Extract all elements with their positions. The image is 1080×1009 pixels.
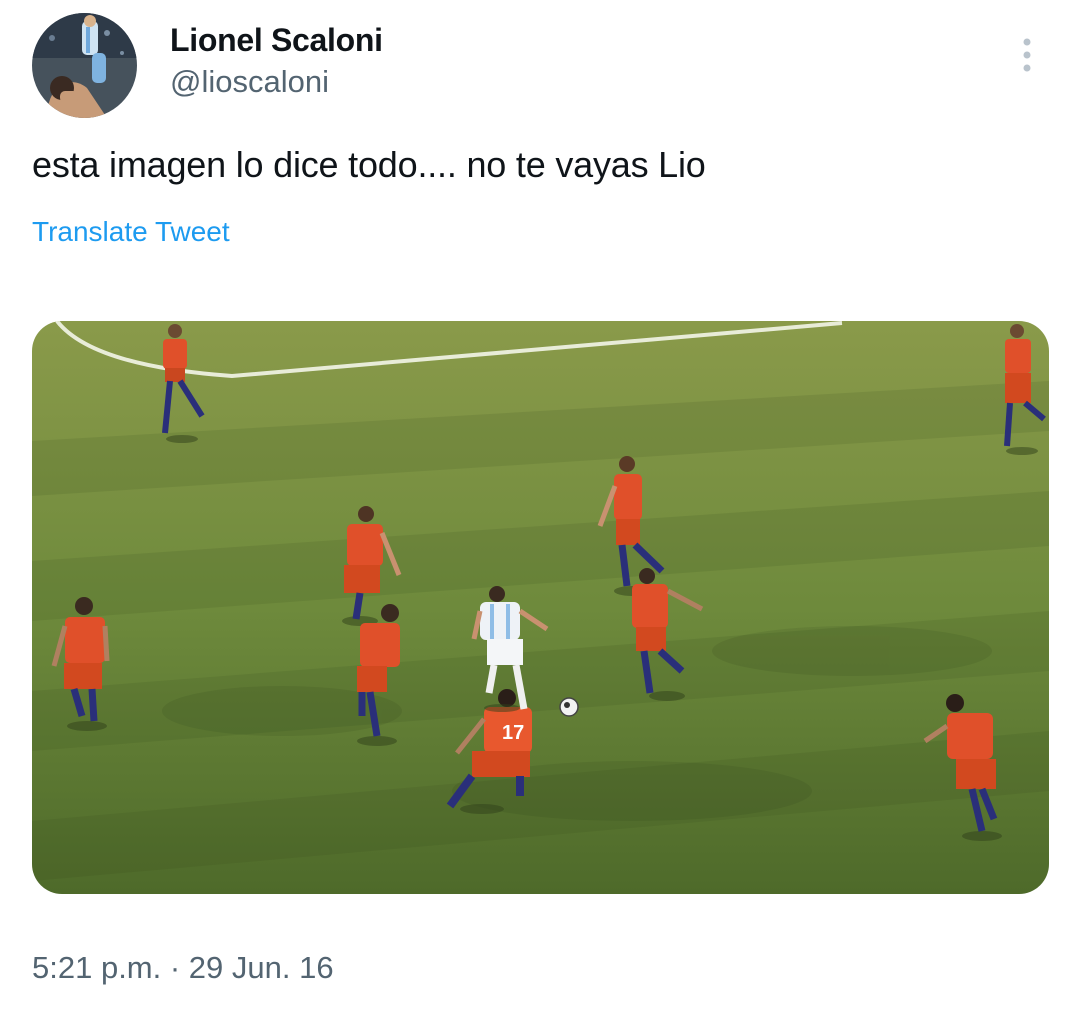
translate-tweet-link[interactable]: Translate Tweet (32, 216, 230, 248)
more-options-button[interactable] (1010, 34, 1044, 76)
tweet-timestamp[interactable]: 5:21 p.m. · 29 Jun. 16 (32, 950, 334, 986)
football-pitch-photo: 17 (32, 321, 1049, 894)
avatar[interactable] (32, 13, 137, 118)
tweet-photo[interactable]: 17 (32, 321, 1049, 894)
tweet: Lionel Scaloni @lioscaloni esta imagen l… (0, 0, 1080, 1009)
tweet-text: esta imagen lo dice todo.... no te vayas… (32, 144, 706, 185)
ball (559, 697, 579, 717)
display-name[interactable]: Lionel Scaloni (170, 22, 383, 59)
svg-text:17: 17 (502, 722, 524, 744)
more-options-icon (1023, 38, 1031, 72)
avatar-photo (32, 13, 137, 118)
handle[interactable]: @lioscaloni (170, 64, 329, 100)
